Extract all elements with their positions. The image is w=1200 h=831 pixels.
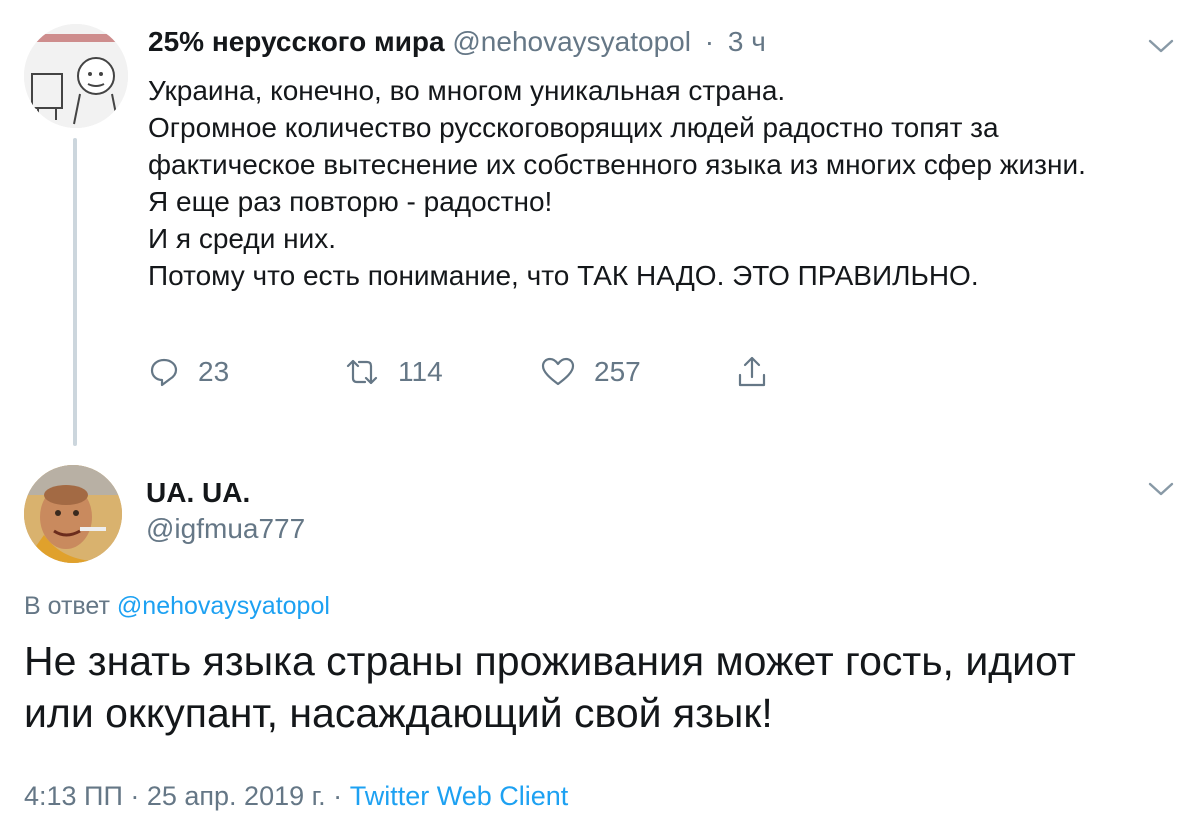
tweet-line: Не знать языка страны проживания может г… (24, 638, 1076, 684)
tweet-line: Потому что есть понимание, что ТАК НАДО.… (148, 260, 979, 291)
tweet-line: Украина, конечно, во многом уникальная с… (148, 75, 786, 106)
thread-line (73, 138, 77, 446)
separator-dot: · (704, 26, 715, 57)
timestamp[interactable]: 4:13 ПП · 25 апр. 2019 г. · (24, 781, 342, 811)
reply-count: 23 (198, 356, 230, 387)
parent-tweet[interactable]: 25% нерусского мира @nehovaysyatopol · 3… (0, 0, 1200, 446)
chevron-down-icon[interactable] (1146, 36, 1176, 56)
avatar[interactable] (24, 24, 128, 128)
avatar-photo (24, 465, 122, 563)
share-button[interactable] (736, 350, 786, 394)
tweet-text: Украина, конечно, во многом уникальная с… (148, 72, 1158, 294)
avatar-meme-image (24, 24, 128, 128)
reply-button[interactable]: 23 (148, 350, 229, 394)
display-name[interactable]: UA. UA. (146, 477, 250, 509)
user-handle[interactable]: @igfmua777 (146, 513, 305, 545)
tweet-header: 25% нерусского мира @nehovaysyatopol · 3… (148, 26, 766, 58)
display-name[interactable]: 25% нерусского мира (148, 26, 445, 57)
tweet-line: Огромное количество русскоговорящих люде… (148, 112, 1086, 180)
client-link[interactable]: Twitter Web Client (350, 781, 569, 811)
like-button[interactable]: 257 (540, 350, 641, 394)
retweet-button[interactable]: 114 (344, 350, 443, 394)
reply-to-line: В ответ @nehovaysyatopol (24, 592, 330, 621)
user-handle[interactable]: @nehovaysyatopol (452, 26, 691, 57)
share-icon (738, 356, 766, 387)
tweet-time[interactable]: 3 ч (728, 26, 766, 57)
like-icon (541, 357, 575, 386)
reply-icon (150, 358, 178, 387)
tweet-line: Я еще раз повторю - радостно! (148, 186, 553, 217)
tweet-meta: 4:13 ПП · 25 апр. 2019 г. · Twitter Web … (24, 781, 568, 812)
tweet-text: Не знать языка страны проживания может г… (24, 635, 1184, 739)
tweet-line: или оккупант, насаждающий свой язык! (24, 690, 773, 736)
reply-tweet[interactable]: UA. UA. @igfmua777 В ответ @nehovaysyato… (0, 455, 1200, 831)
retweet-count: 114 (398, 356, 443, 387)
tweet-line: И я среди них. (148, 223, 337, 254)
reply-to-link[interactable]: @nehovaysyatopol (117, 592, 330, 620)
like-count: 257 (594, 356, 641, 387)
retweet-icon (346, 359, 378, 385)
tweet-actions: 23 114 257 (148, 350, 848, 394)
avatar[interactable] (24, 465, 122, 563)
reply-prefix: В ответ (24, 592, 110, 620)
chevron-down-icon[interactable] (1146, 479, 1176, 499)
